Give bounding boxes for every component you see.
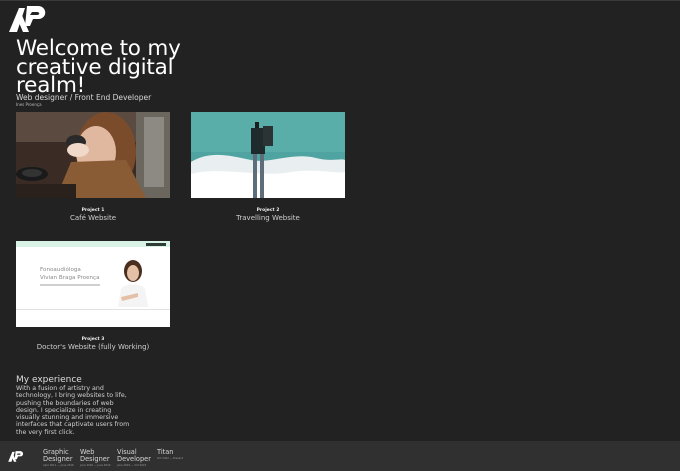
footer-item-titan: Titan Oct 2022 — Present xyxy=(157,448,187,461)
doctor-site-text-line xyxy=(40,284,100,286)
footer-item-label: Titan xyxy=(157,448,174,456)
project-2-thumbnail[interactable] xyxy=(191,112,345,198)
footer-item-dates: June 2016 — June 2019 xyxy=(80,464,111,467)
footer-item-visual-developer: Visual Developer June 2019 — Oct 2022 xyxy=(117,448,155,468)
project-1-name[interactable]: Café Website xyxy=(16,214,170,222)
footer-item-dates: June 2019 — Oct 2022 xyxy=(117,464,147,467)
doctor-portrait xyxy=(118,260,148,307)
project-1-number: Project 1 xyxy=(81,208,105,213)
hero-subtitle: Web designer / Front End Developer xyxy=(16,93,152,102)
cafe-photo xyxy=(16,112,170,198)
top-border xyxy=(0,0,680,1)
footer-item-dates: April 2011 — June 2016 xyxy=(43,464,74,467)
footer-item-label: Visual Developer xyxy=(117,448,151,463)
footer-bar: Graphic Designer April 2011 — June 2016 … xyxy=(0,441,680,471)
project-1-thumbnail[interactable] xyxy=(16,112,170,198)
footer-item-label: Web Designer xyxy=(80,448,110,463)
doctor-site-title-2: Vivian Braga Proença xyxy=(40,275,100,281)
project-3-number: Project 3 xyxy=(81,337,105,342)
experience-title: My experience xyxy=(16,375,82,385)
footer-item-label: Graphic Designer xyxy=(43,448,73,463)
footer-logo-icon[interactable] xyxy=(7,449,25,463)
footer-item-dates: Oct 2022 — Present xyxy=(157,457,183,460)
travel-photo xyxy=(191,112,345,198)
project-2-number: Project 2 xyxy=(256,208,280,213)
experience-body: With a fusion of artistry and technology… xyxy=(16,385,130,436)
ap-logo-icon[interactable] xyxy=(6,2,50,34)
footer-item-graphic-designer: Graphic Designer April 2011 — June 2016 xyxy=(43,448,77,468)
hero-byline: Ines Proença xyxy=(16,102,42,107)
footer-item-web-designer: Web Designer June 2016 — June 2019 xyxy=(80,448,114,468)
project-2-name[interactable]: Travelling Website xyxy=(191,214,345,222)
project-3-name[interactable]: Doctor's Website (fully Working) xyxy=(16,343,170,351)
hero-title: Welcome to my creative digital realm! xyxy=(16,36,181,98)
doctor-site-title-1: Fonoaudióloga xyxy=(40,267,81,273)
project-3-thumbnail[interactable]: Fonoaudióloga Vivian Braga Proença xyxy=(16,241,170,327)
doctor-site-divider xyxy=(16,309,170,310)
doctor-site-nav-button xyxy=(146,243,166,246)
